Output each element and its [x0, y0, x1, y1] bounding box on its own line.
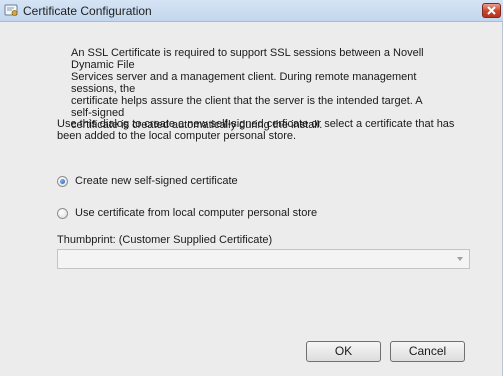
option-create-self-signed-label[interactable]: Create new self-signed certificate: [75, 175, 238, 187]
option-use-personal-store-label[interactable]: Use certificate from local computer pers…: [75, 207, 317, 219]
close-icon: [487, 6, 496, 15]
instruction-text: Use this dialog to create a new self-sig…: [57, 118, 455, 142]
chevron-down-icon[interactable]: [457, 257, 463, 261]
window-title: Certificate Configuration: [23, 4, 152, 18]
title-bar[interactable]: Certificate Configuration: [0, 0, 503, 22]
radio-use-personal-store[interactable]: [57, 208, 68, 219]
cancel-button[interactable]: Cancel: [390, 341, 465, 362]
radio-create-self-signed[interactable]: [57, 176, 68, 187]
certificate-icon: [4, 3, 19, 18]
ok-button[interactable]: OK: [306, 341, 381, 362]
certificate-configuration-dialog: Certificate Configuration An SSL Certifi…: [0, 0, 503, 376]
close-button[interactable]: [482, 3, 501, 18]
thumbprint-label: Thumbprint: (Customer Supplied Certifica…: [57, 234, 273, 246]
dialog-body: An SSL Certificate is required to suppor…: [0, 22, 502, 376]
thumbprint-dropdown[interactable]: [57, 249, 470, 269]
